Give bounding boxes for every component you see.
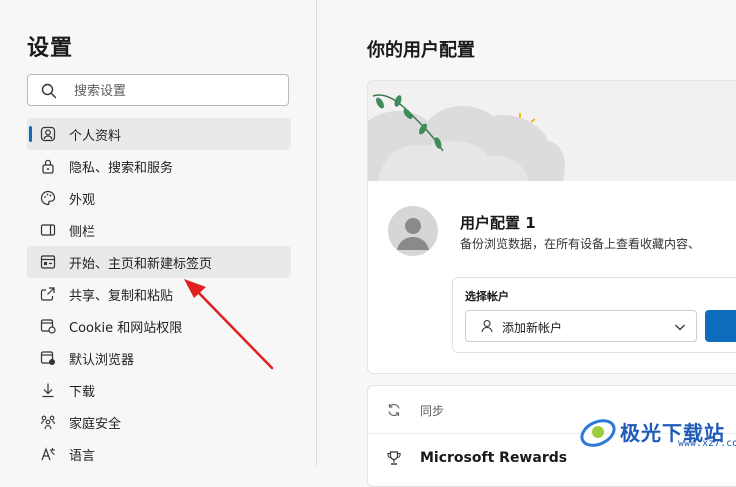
share-icon (40, 287, 55, 301)
sidebar-item-label: Cookie 和网站权限 (69, 320, 183, 336)
avatar-person-icon (397, 218, 429, 250)
profile-banner-illustration (368, 81, 736, 181)
sidebar-item-label: 下载 (69, 384, 96, 400)
search-box[interactable] (27, 74, 289, 106)
watermark-logo-icon (580, 419, 616, 447)
family-icon (40, 415, 56, 430)
sidebar-item-languages[interactable]: 语言 (27, 438, 291, 470)
sync-icon (388, 403, 400, 417)
palette-icon (40, 190, 56, 206)
sidebar-item-cookies[interactable]: Cookie 和网站权限 (27, 310, 291, 342)
sign-in-button[interactable] (705, 310, 736, 342)
lock-icon (42, 159, 54, 174)
sidebar-item-share-copy-paste[interactable]: 共享、复制和粘贴 (27, 278, 291, 310)
sidebar-item-sidebar[interactable]: 侧栏 (27, 214, 291, 246)
home-tab-icon (40, 255, 56, 269)
account-label: 选择帐户 (465, 290, 509, 303)
search-input[interactable] (72, 79, 276, 103)
profile-name: 用户配置 1 (460, 214, 536, 232)
download-icon (42, 383, 54, 398)
search-icon (41, 83, 57, 99)
sidebar-item-label: 开始、主页和新建标签页 (69, 256, 213, 272)
sidebar-nav: 个人资料 隐私、搜索和服务 外观 侧栏 开始、主页和新建标签页 共享、复制和粘贴… (27, 118, 291, 470)
watermark-url: www.xz7.com (678, 438, 736, 449)
sidebar-item-label: 隐私、搜索和服务 (69, 160, 174, 176)
sidebar-item-label: 外观 (69, 192, 96, 208)
sidebar-icon (40, 224, 56, 236)
sidebar-item-privacy[interactable]: 隐私、搜索和服务 (27, 150, 291, 182)
sidebar-item-family-safety[interactable]: 家庭安全 (27, 406, 291, 438)
sidebar-item-label: 共享、复制和粘贴 (69, 288, 174, 304)
sidebar-item-downloads[interactable]: 下载 (27, 374, 291, 406)
settings-sidebar: 设置 个人资料 隐私、搜索和服务 (0, 0, 317, 466)
sidebar-title: 设置 (27, 36, 74, 61)
avatar[interactable] (388, 206, 438, 256)
profile-description: 备份浏览数据，在所有设备上查看收藏内容、 (460, 237, 701, 251)
page-title: 你的用户配置 (367, 40, 475, 61)
account-dropdown[interactable]: 添加新帐户 (465, 310, 697, 342)
sync-label: 同步 (420, 403, 445, 418)
sidebar-item-start-home-newtab[interactable]: 开始、主页和新建标签页 (27, 246, 291, 278)
browser-icon (40, 351, 55, 365)
rewards-label: Microsoft Rewards (420, 450, 568, 466)
sidebar-item-label: 家庭安全 (69, 416, 122, 432)
sidebar-item-label: 个人资料 (69, 128, 122, 144)
sidebar-item-label: 侧栏 (69, 224, 96, 240)
account-dropdown-value: 添加新帐户 (502, 321, 563, 335)
chevron-down-icon (675, 324, 685, 331)
trophy-icon (387, 451, 401, 465)
account-selector-box: 选择帐户 添加新帐户 (452, 277, 736, 353)
watermark: 极光下载站 www.xz7.com (578, 411, 736, 451)
sidebar-item-appearance[interactable]: 外观 (27, 182, 291, 214)
cookie-icon (40, 319, 56, 334)
profile-icon (40, 126, 56, 142)
profile-card: 用户配置 1 备份浏览数据，在所有设备上查看收藏内容、 选择帐户 添加新帐户 (367, 80, 736, 374)
active-indicator (29, 126, 32, 142)
sidebar-item-default-browser[interactable]: 默认浏览器 (27, 342, 291, 374)
language-icon (41, 447, 55, 461)
main-content: 你的用户配置 用户配置 1 备份浏览数据，在所有设备上查看收藏内容、 选择帐户 … (317, 0, 736, 487)
sidebar-item-label: 默认浏览器 (69, 352, 135, 368)
sidebar-item-label: 语言 (69, 448, 96, 464)
sidebar-item-profile[interactable]: 个人资料 (27, 118, 291, 150)
user-icon (481, 319, 493, 333)
